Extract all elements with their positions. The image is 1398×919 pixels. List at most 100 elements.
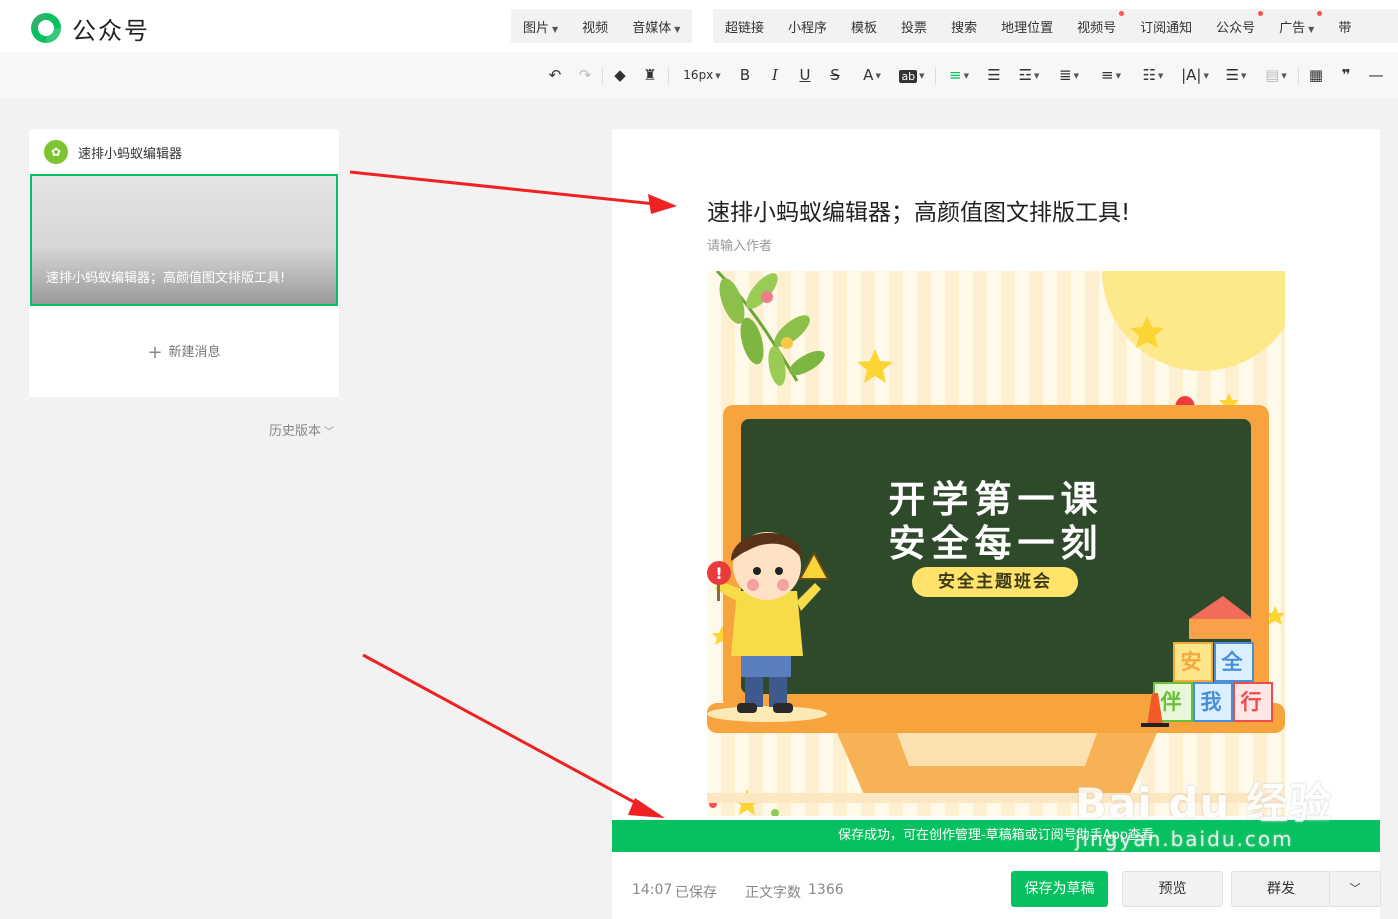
insert-menu-more: 超链接 小程序 模板 投票 搜索 地理位置 视频号 订阅通知 公众号 广告 ▼ 带: [713, 9, 1398, 43]
child-shoe: [773, 703, 793, 713]
float-image-icon[interactable]: ▤ ▼: [1261, 65, 1291, 85]
block-char: 安: [1180, 650, 1202, 674]
publish-button[interactable]: 群发: [1231, 871, 1331, 907]
toolbar-divider: [668, 67, 669, 85]
bold-button[interactable]: B: [735, 65, 755, 85]
wechat-logo-icon: [31, 13, 61, 43]
child-cheek: [747, 579, 759, 591]
text-spacing-icon[interactable]: |A| ▼: [1179, 65, 1211, 85]
author-input[interactable]: 请输入作者: [707, 235, 772, 254]
berry-shape: [781, 337, 793, 349]
top-bar: 公众号 图片 ▼ 视频 音媒体 ▼ 超链接 小程序 模板 投票 搜索 地理位置 视频…: [0, 0, 1398, 52]
notification-dot: [1317, 10, 1323, 16]
cover-headline-2: 安全每一刻: [888, 522, 1104, 565]
block-char: 行: [1240, 690, 1262, 714]
child-shoe: [737, 703, 757, 713]
notification-dot: [1119, 10, 1125, 16]
paragraph-spacing-icon[interactable]: ≣ ▼: [1054, 65, 1084, 85]
caret-down-icon: ▼: [1308, 24, 1315, 34]
insert-subscribe-notice[interactable]: 订阅通知: [1128, 17, 1204, 36]
clear-format-icon[interactable]: ◆: [610, 65, 630, 85]
font-color-button[interactable]: A ▼: [857, 65, 887, 85]
toolbar-divider: [935, 67, 936, 85]
save-draft-button[interactable]: 保存为草稿: [1011, 871, 1108, 907]
insert-menu-media: 图片 ▼ 视频 音媒体 ▼: [511, 9, 692, 43]
strikethrough-button[interactable]: S: [825, 65, 845, 85]
plus-icon: +: [147, 342, 163, 363]
cone-base: [1141, 723, 1169, 727]
caret-down-icon: ▼: [674, 24, 681, 34]
word-count-value: 1366: [808, 882, 844, 898]
child-shirt: [731, 591, 803, 656]
child-cheek: [777, 579, 789, 591]
berry-shape: [761, 291, 773, 303]
new-message-button[interactable]: + 新建消息: [29, 341, 339, 363]
insert-video[interactable]: 视频: [570, 17, 620, 36]
italic-button[interactable]: I: [765, 65, 785, 85]
bg-color-button[interactable]: ab ▼: [896, 65, 928, 85]
format-painter-icon[interactable]: ♜: [640, 65, 660, 85]
redo-icon[interactable]: ↷: [575, 65, 595, 85]
cover-subtitle: 安全主题班会: [912, 567, 1078, 597]
account-row: ✿ 速排小蚂蚁编辑器: [44, 140, 182, 164]
word-count-label: 正文字数: [745, 885, 801, 901]
preview-button[interactable]: 预览: [1122, 871, 1223, 907]
cover-image[interactable]: ! 开学第一课 安全每一刻 安全主题班会 安 全 伴 我 行: [707, 271, 1285, 816]
block-char: 我: [1200, 690, 1222, 714]
article-thumbnail-title: 速排小蚂蚁编辑器；高颜值图文排版工具!: [46, 271, 286, 286]
toolbar-divider: [602, 67, 603, 85]
insert-image[interactable]: 图片 ▼: [511, 17, 570, 36]
caret-down-icon: ▼: [552, 24, 559, 34]
save-status: 已保存: [675, 885, 717, 901]
history-version-link[interactable]: 历史版本 ﹀: [269, 420, 334, 439]
article-thumbnail[interactable]: 速排小蚂蚁编辑器；高颜值图文排版工具!: [30, 174, 338, 306]
insert-vote[interactable]: 投票: [889, 17, 939, 36]
account-name: 速排小蚂蚁编辑器: [78, 146, 183, 162]
insert-ad[interactable]: 广告 ▼: [1267, 10, 1326, 36]
notification-dot: [1258, 10, 1264, 16]
insert-miniprogram[interactable]: 小程序: [776, 17, 839, 36]
table-icon[interactable]: ▦: [1306, 65, 1326, 85]
divider-line-icon[interactable]: —: [1366, 65, 1386, 85]
block-char: 伴: [1160, 690, 1182, 714]
chevron-down-icon: ﹀: [324, 427, 335, 438]
publish-more-dropdown[interactable]: ﹀: [1329, 871, 1381, 907]
insert-search[interactable]: 搜索: [939, 17, 989, 36]
font-size-select[interactable]: 16px ▼: [678, 65, 726, 85]
quote-icon[interactable]: ❞: [1336, 65, 1356, 85]
letter-spacing-icon[interactable]: ☷ ▼: [1138, 65, 1168, 85]
align-left-icon[interactable]: ≡ ▼: [944, 65, 974, 85]
sun-shape: [1102, 271, 1285, 371]
line-height-icon[interactable]: ≡ ▼: [1096, 65, 1126, 85]
brand-title: 公众号: [72, 17, 150, 45]
insert-official-account[interactable]: 公众号: [1204, 10, 1267, 36]
insert-product[interactable]: 带: [1326, 17, 1363, 36]
undo-icon[interactable]: ↶: [545, 65, 565, 85]
dot-shape: [771, 809, 779, 816]
save-time: 14:07: [632, 882, 673, 898]
leaf-shape: [768, 346, 786, 386]
indent-icon[interactable]: ☲ ▼: [1014, 65, 1044, 85]
underline-button[interactable]: U: [795, 65, 815, 85]
editor-panel: 速排小蚂蚁编辑器；高颜值图文排版工具! 请输入作者 ! 开学第一课 安全每一刻 …: [612, 129, 1380, 919]
format-toolbar: ↶ ↷ ◆ ♜ 16px ▼ B I U S A ▼ ab ▼ ≡ ▼ ☰ ☲ ▼ ≣ ▼ …: [0, 52, 1398, 98]
block-char: 全: [1221, 650, 1243, 674]
align-justify-icon[interactable]: ☰: [984, 65, 1004, 85]
child-eye: [753, 567, 761, 575]
arrow-line: [349, 170, 656, 206]
insert-location[interactable]: 地理位置: [989, 17, 1065, 36]
account-avatar-icon: ✿: [44, 140, 68, 164]
shadow-shape: [707, 706, 827, 722]
floor-line: [707, 793, 1285, 803]
article-title-input[interactable]: 速排小蚂蚁编辑器；高颜值图文排版工具!: [707, 193, 1130, 227]
insert-channels[interactable]: 视频号: [1065, 10, 1128, 36]
save-success-toast: 保存成功，可在创作管理-草稿箱或订阅号助手App查看: [612, 820, 1380, 852]
insert-hyperlink[interactable]: 超链接: [713, 17, 776, 36]
editor-footer: 14:07 已保存 正文字数 1366 保存为草稿 预览 群发 ﹀: [612, 852, 1381, 919]
list-icon[interactable]: ☰ ▼: [1221, 65, 1251, 85]
desk-opening: [897, 733, 1097, 766]
toolbar-divider: [1298, 67, 1299, 85]
block-roof-base: [1189, 619, 1253, 639]
insert-audio[interactable]: 音媒体 ▼: [620, 17, 692, 36]
insert-template[interactable]: 模板: [839, 17, 889, 36]
